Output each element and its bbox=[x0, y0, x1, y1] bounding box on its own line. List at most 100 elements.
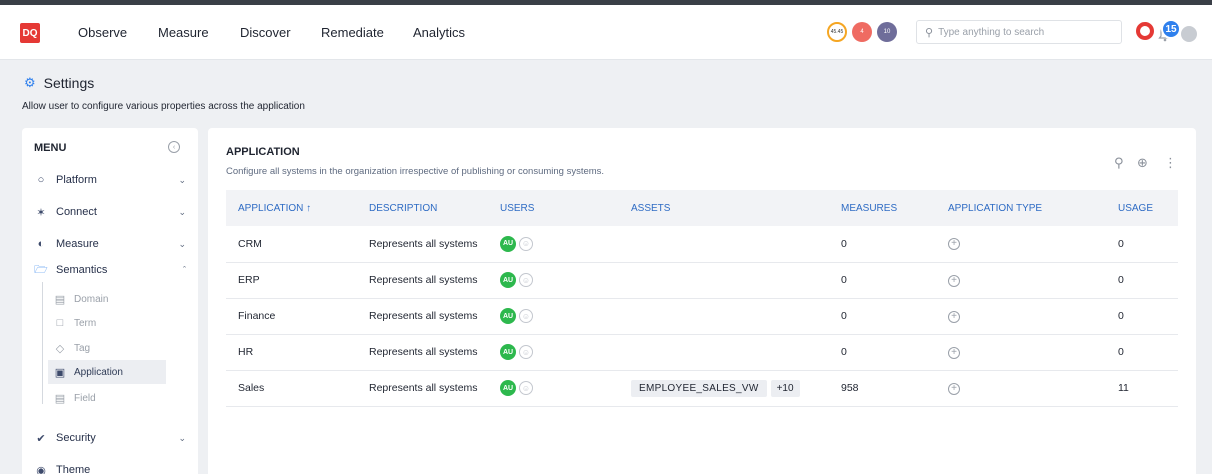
add-application-type-icon[interactable]: + bbox=[948, 346, 960, 359]
sidebar-item-label: Theme bbox=[56, 464, 91, 474]
issues-badge[interactable]: 10 bbox=[877, 22, 897, 42]
avatar[interactable]: AU bbox=[500, 380, 516, 396]
application-name[interactable]: HR bbox=[226, 334, 357, 371]
sidebar-item-semantics[interactable]: 🗁 Semantics ˆ bbox=[34, 261, 186, 279]
add-user-icon[interactable]: ☺ bbox=[519, 381, 533, 395]
global-search-input[interactable]: ⚲ Type anything to search bbox=[916, 20, 1122, 44]
dq-score-badge[interactable]: 45.45 bbox=[827, 22, 847, 42]
panel-title: APPLICATION bbox=[226, 146, 300, 158]
avatar[interactable]: AU bbox=[500, 272, 516, 288]
more-assets-badge[interactable]: +10 bbox=[770, 379, 800, 397]
application-name[interactable]: ERP bbox=[226, 262, 357, 299]
sidebar-item-platform[interactable]: ○ Platform ⌄ bbox=[34, 171, 186, 189]
page-title-text: Settings bbox=[43, 75, 95, 91]
add-user-icon[interactable]: ☺ bbox=[519, 236, 533, 251]
application-type-cell: + bbox=[936, 298, 1106, 335]
user-avatar-icon[interactable] bbox=[1181, 26, 1197, 42]
column-header-usage[interactable]: USAGE bbox=[1106, 190, 1178, 226]
notification-count-badge[interactable]: 15 bbox=[1161, 19, 1181, 39]
add-application-type-icon[interactable]: + bbox=[948, 382, 960, 395]
table-row[interactable]: Finance Represents all systems AU ☺ 0 + 0 bbox=[226, 298, 1178, 335]
application-name[interactable]: Sales bbox=[226, 370, 357, 407]
page-title: ⚙ Settings bbox=[24, 75, 94, 91]
add-user-icon[interactable]: ☺ bbox=[519, 273, 533, 287]
column-header-users[interactable]: USERS bbox=[488, 190, 619, 226]
column-header-assets[interactable]: ASSETS bbox=[619, 190, 829, 226]
table-row[interactable]: ERP Represents all systems AU ☺ 0 + 0 bbox=[226, 262, 1178, 299]
sidebar-subitem-label: Application bbox=[74, 366, 123, 378]
connect-icon: ✶ bbox=[36, 206, 46, 219]
column-header-measures[interactable]: MEASURES bbox=[829, 190, 936, 226]
sidebar-subitem-label: Field bbox=[74, 392, 96, 404]
asset-tag[interactable]: EMPLOYEE_SALES_VW bbox=[631, 379, 767, 397]
sidebar-item-connect[interactable]: ✶ Connect ⌄ bbox=[34, 203, 186, 221]
column-header-application-type[interactable]: APPLICATION TYPE bbox=[936, 190, 1106, 226]
users-cell: AU ☺ bbox=[488, 226, 619, 263]
application-panel: APPLICATION Configure all systems in the… bbox=[208, 128, 1196, 474]
add-application-type-icon[interactable]: + bbox=[948, 238, 960, 251]
measures-count: 0 bbox=[829, 262, 936, 299]
settings-sidebar: MENU ‹ ○ Platform ⌄ ✶ Connect ⌄ ◐ Measur… bbox=[22, 128, 198, 474]
sidebar-subitem-tag[interactable]: ◇ Tag bbox=[54, 339, 90, 357]
sidebar-subitem-domain[interactable]: ▤ Domain bbox=[54, 290, 109, 308]
application-type-cell: + bbox=[936, 226, 1106, 263]
application-name[interactable]: Finance bbox=[226, 298, 357, 335]
sort-ascending-icon[interactable]: ↑ bbox=[306, 203, 311, 214]
application-description: Represents all systems bbox=[357, 226, 488, 263]
users-cell: AU ☺ bbox=[488, 262, 619, 299]
sidebar-subitem-application[interactable]: ▣ Application bbox=[48, 360, 166, 384]
add-user-icon[interactable]: ☺ bbox=[519, 309, 533, 323]
assets-cell bbox=[619, 226, 829, 263]
measures-count: 0 bbox=[829, 334, 936, 371]
avatar[interactable]: AU bbox=[500, 308, 516, 324]
tree-connector-line bbox=[42, 282, 43, 404]
add-application-type-icon[interactable]: + bbox=[948, 310, 960, 323]
nav-measure[interactable]: Measure bbox=[158, 25, 209, 40]
sidebar-item-label: Connect bbox=[56, 206, 97, 218]
sidebar-subitem-term[interactable]: □ Term bbox=[54, 314, 97, 332]
table-header-row: APPLICATION ↑ DESCRIPTION USERS ASSETS M… bbox=[226, 190, 1178, 226]
platform-icon: ○ bbox=[37, 174, 45, 186]
table-row[interactable]: HR Represents all systems AU ☺ 0 + 0 bbox=[226, 334, 1178, 371]
gear-icon: ⚙ bbox=[24, 75, 36, 90]
table-row[interactable]: Sales Represents all systems AU ☺ EMPLOYE… bbox=[226, 370, 1178, 407]
application-name[interactable]: CRM bbox=[226, 226, 357, 263]
file-icon: □ bbox=[56, 317, 64, 329]
add-circle-icon[interactable]: ⊕ bbox=[1137, 155, 1148, 171]
search-icon[interactable]: ⚲ bbox=[1114, 155, 1124, 171]
add-user-icon[interactable]: ☺ bbox=[519, 345, 533, 359]
sidebar-subitem-field[interactable]: ▤ Field bbox=[54, 389, 96, 407]
usage-count: 0 bbox=[1106, 262, 1178, 299]
assets-cell: EMPLOYEE_SALES_VW +10 bbox=[619, 370, 829, 407]
nav-analytics[interactable]: Analytics bbox=[413, 25, 465, 40]
sidebar-item-theme[interactable]: ◉ Theme bbox=[34, 461, 186, 474]
sidebar-item-security[interactable]: ✔ Security ⌄ bbox=[34, 429, 186, 447]
more-vertical-icon[interactable]: ⋮ bbox=[1164, 155, 1177, 171]
usage-count: 0 bbox=[1106, 334, 1178, 371]
alerts-badge[interactable]: 4 bbox=[852, 22, 872, 42]
sidebar-item-measure[interactable]: ◐ Measure ⌄ bbox=[34, 235, 186, 253]
column-header-application[interactable]: APPLICATION ↑ bbox=[226, 190, 357, 226]
nav-remediate[interactable]: Remediate bbox=[321, 25, 384, 40]
help-icon[interactable] bbox=[1136, 22, 1154, 40]
nav-discover[interactable]: Discover bbox=[240, 25, 291, 40]
chevron-down-icon: ⌄ bbox=[178, 238, 186, 249]
chevron-down-icon: ⌄ bbox=[178, 206, 186, 217]
application-type-cell: + bbox=[936, 370, 1106, 407]
chevron-down-icon: ⌄ bbox=[178, 432, 186, 443]
table-row[interactable]: CRM Represents all systems AU ☺ 0 + 0 bbox=[226, 226, 1178, 263]
avatar[interactable]: AU bbox=[500, 344, 516, 360]
dq-logo[interactable]: DQ bbox=[20, 23, 40, 43]
nav-observe[interactable]: Observe bbox=[78, 25, 127, 40]
sidebar-item-label: Security bbox=[56, 432, 96, 444]
avatar[interactable]: AU bbox=[500, 235, 516, 252]
search-icon: ⚲ bbox=[925, 26, 934, 39]
add-application-type-icon[interactable]: + bbox=[948, 274, 960, 287]
collapse-menu-icon[interactable]: ‹ bbox=[168, 141, 180, 153]
measures-count: 0 bbox=[829, 226, 936, 263]
users-cell: AU ☺ bbox=[488, 370, 619, 407]
column-header-description[interactable]: DESCRIPTION bbox=[357, 190, 488, 226]
sidebar-item-label: Semantics bbox=[56, 264, 108, 276]
measure-icon: ◐ bbox=[37, 238, 45, 250]
application-description: Represents all systems bbox=[357, 262, 488, 299]
